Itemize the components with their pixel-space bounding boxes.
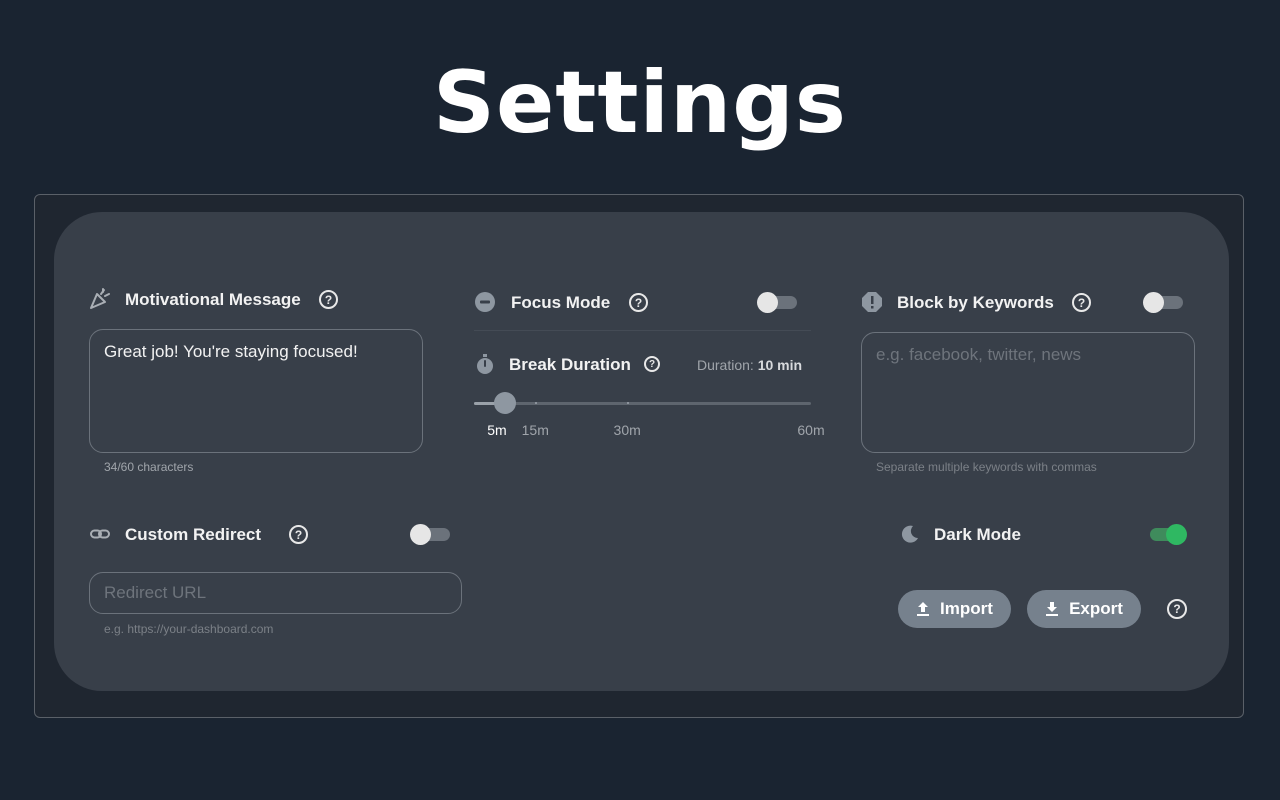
motivational-message-label: Motivational Message [125, 290, 301, 309]
tick-label-15m: 15m [521, 422, 549, 438]
download-icon [1045, 601, 1059, 617]
break-duration-readout: Duration: 10 min [697, 357, 802, 373]
stopwatch-icon [474, 353, 496, 375]
motivational-help-icon[interactable]: ? [319, 290, 338, 309]
export-label: Export [1069, 599, 1123, 618]
duration-value: 10 min [757, 357, 803, 373]
motivational-message-input[interactable] [89, 329, 423, 453]
block-keywords-label: Block by Keywords [897, 293, 1054, 312]
party-popper-icon [89, 288, 111, 310]
slider-thumb[interactable] [493, 392, 516, 414]
export-button[interactable]: Export [1027, 590, 1141, 628]
dark-mode-toggle[interactable] [1146, 524, 1187, 545]
custom-redirect-label: Custom Redirect [125, 525, 262, 544]
keywords-help-icon[interactable]: ? [1072, 293, 1091, 312]
focus-mode-toggle[interactable] [757, 292, 797, 313]
moon-icon [899, 523, 921, 545]
break-help-icon[interactable]: ? [644, 356, 660, 372]
tick-label-5m: 5m [487, 422, 507, 438]
break-duration-label: Break Duration [509, 355, 631, 374]
alert-octagon-icon [861, 291, 883, 313]
focus-mode-label: Focus Mode [511, 293, 611, 312]
redirect-url-input[interactable] [89, 572, 462, 614]
settings-frame: Motivational Message ? 34/60 characters … [34, 194, 1244, 718]
keywords-hint: Separate multiple keywords with commas [876, 460, 1097, 474]
tick-label-30m: 30m [613, 422, 641, 438]
focus-help-icon[interactable]: ? [629, 293, 648, 312]
motivational-char-counter: 34/60 characters [104, 460, 194, 474]
redirect-help-icon[interactable]: ? [289, 525, 308, 544]
slider-track [474, 402, 811, 405]
custom-redirect-toggle[interactable] [410, 524, 450, 545]
redirect-hint: e.g. https://your-dashboard.com [104, 622, 274, 636]
block-keywords-toggle[interactable] [1143, 292, 1183, 313]
link-icon [89, 523, 111, 545]
focus-divider [474, 330, 811, 331]
page-title: Settings [433, 53, 847, 153]
tick-label-60m: 60m [797, 422, 825, 438]
duration-prefix: Duration: [697, 357, 754, 373]
keywords-input[interactable] [861, 332, 1195, 453]
settings-panel: Motivational Message ? 34/60 characters … [54, 212, 1229, 691]
upload-icon [916, 601, 930, 617]
import-button[interactable]: Import [898, 590, 1011, 628]
dark-mode-label: Dark Mode [934, 525, 1021, 544]
import-label: Import [940, 599, 993, 618]
import-export-help-icon[interactable]: ? [1167, 599, 1187, 619]
minus-circle-icon [474, 291, 496, 313]
break-duration-slider[interactable] [474, 392, 811, 416]
